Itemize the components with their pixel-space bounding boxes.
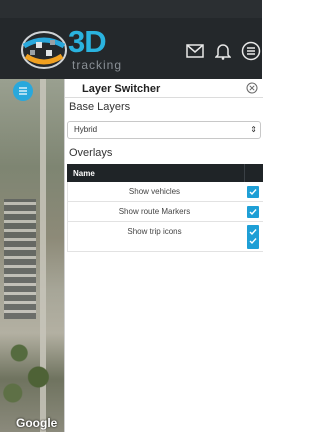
globe-logo-icon [21,31,67,69]
base-layer-select[interactable]: Hybrid ⇕ [67,121,261,139]
header-icons [184,40,262,62]
overlay-label: Show vehicles [128,187,181,196]
overlay-row-trip-icons[interactable]: Show trip icons [67,222,263,252]
checkbox-checked-icon[interactable] [247,186,259,198]
bell-icon[interactable] [212,40,234,62]
google-attribution: Google [16,416,58,430]
hamburger-icon [19,87,27,95]
column-header-name: Name [73,168,95,178]
map-parking-lot [4,199,36,319]
menu-icon[interactable] [240,40,262,62]
overlay-label: Show trip icons [127,227,182,236]
overlay-row-route-markers[interactable]: Show route Markers [67,202,263,222]
base-layers-label: Base Layers [69,101,131,113]
layer-switcher-panel: Layer Switcher Base Layers Hybrid ⇕ Over… [64,79,263,432]
column-separator [244,164,245,182]
checkbox-checked-icon[interactable] [247,206,259,218]
overlay-row-vehicles[interactable]: Show vehicles [67,182,263,202]
overlays-table: Name Show vehicles Show route Markers Sh… [67,164,263,252]
status-bar [0,0,262,18]
chevron-updown-icon: ⇕ [250,125,257,134]
checkbox-checked-icon[interactable] [247,225,259,249]
panel-title: Layer Switcher [82,83,161,95]
logo-text: 3D [68,24,107,59]
app-header: 3D tracking [0,0,262,79]
app-logo[interactable]: 3D tracking [20,24,180,76]
satellite-map[interactable] [0,79,64,432]
overlay-label: Show route Markers [118,207,191,216]
logo-subtext: tracking [72,58,123,72]
map-layers-button[interactable] [13,81,33,101]
base-layer-value: Hybrid [74,125,98,134]
map-trees [0,329,64,409]
overlays-label: Overlays [69,147,113,159]
envelope-icon[interactable] [184,40,206,62]
table-header: Name [67,164,263,182]
divider [65,97,263,98]
close-icon[interactable] [245,81,259,95]
